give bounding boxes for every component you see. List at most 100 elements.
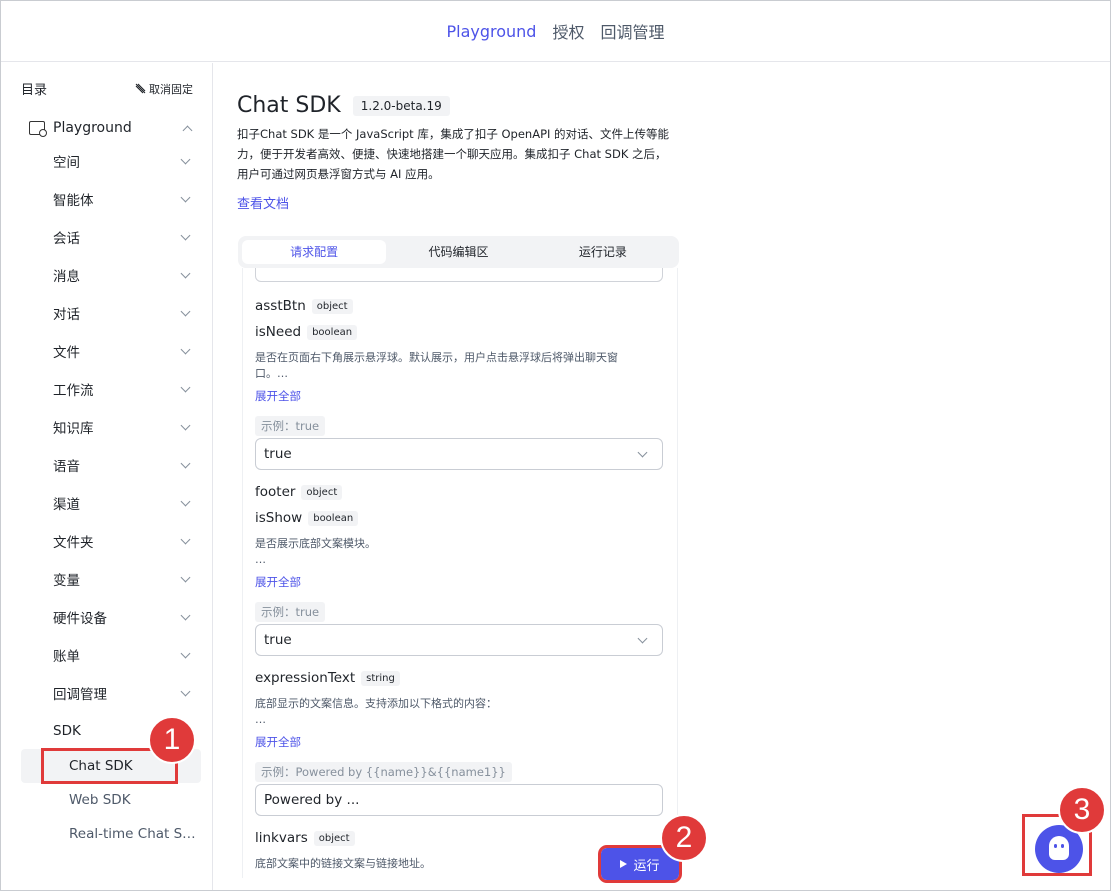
sidebar-item-folder[interactable]: 文件夹 (53, 530, 195, 552)
chevron-up-icon (182, 125, 193, 135)
chevron-down-icon (180, 534, 191, 544)
unpin-icon (135, 83, 146, 94)
nav-authorization[interactable]: 授权 (552, 19, 584, 43)
chevron-down-icon (180, 420, 191, 430)
chevron-down-icon (180, 154, 191, 164)
sidebar-item-file[interactable]: 文件 (53, 340, 195, 362)
field-name: expressionText (255, 670, 356, 686)
chevron-down-icon (180, 268, 191, 278)
isshow-select[interactable]: true (255, 624, 663, 656)
chevron-down-icon (180, 572, 191, 582)
sidebar-item-variable[interactable]: 变量 (53, 568, 195, 590)
version-badge: 1.2.0-beta.19 (352, 95, 450, 116)
tab-run-history[interactable]: 运行记录 (531, 240, 675, 264)
chevron-down-icon (180, 648, 191, 658)
field-isneed: isNeed boolean (255, 324, 358, 340)
sidebar-item-web-sdk[interactable]: Web SDK (21, 783, 201, 817)
chevron-down-icon (180, 686, 191, 696)
example-hint: 示例：true (255, 602, 326, 622)
sidebar-item-label: 知识库 (53, 421, 94, 437)
field-description: 是否在页面右下角展示悬浮球。默认展示，用户点击悬浮球后将弹出聊天窗 口。… (255, 350, 667, 382)
sidebar-item-label: 语音 (53, 459, 80, 475)
unpin-button[interactable]: 取消固定 (135, 81, 193, 97)
sidebar-item-callback[interactable]: 回调管理 (53, 682, 195, 704)
expressiontext-input[interactable]: Powered by ... (255, 784, 663, 816)
chevron-down-icon (180, 496, 191, 506)
unpin-label: 取消固定 (149, 82, 193, 96)
chevron-down-icon (180, 306, 191, 316)
nav-callback-management[interactable]: 回调管理 (600, 19, 664, 43)
field-asstbtn: asstBtn object (255, 298, 353, 314)
expand-all-link[interactable]: 展开全部 (255, 574, 301, 590)
field-description: 是否展示底部文案模块。 … (255, 536, 667, 568)
tab-code-editor[interactable]: 代码编辑区 (386, 240, 530, 264)
sidebar-item-label: 账单 (53, 649, 80, 665)
annotation-badge-3: 3 (1058, 786, 1106, 834)
sidebar-item-message[interactable]: 消息 (53, 264, 195, 286)
sidebar-item-realtime-chat-sdk[interactable]: Real-time Chat S… (21, 817, 201, 851)
description-line: 口。… (255, 367, 288, 380)
sidebar-item-hardware[interactable]: 硬件设备 (53, 606, 195, 628)
sidebar-group-label: Playground (53, 120, 132, 136)
sidebar-item-conversation[interactable]: 会话 (53, 226, 195, 248)
field-name: isShow (255, 510, 303, 526)
title-row: Chat SDK 1.2.0-beta.19 (237, 93, 450, 118)
top-nav: Playground 授权 回调管理 (1, 1, 1110, 62)
sidebar-item-agent[interactable]: 智能体 (53, 188, 195, 210)
expand-all-link[interactable]: 展开全部 (255, 388, 301, 404)
type-badge: object (301, 484, 343, 500)
annotation-badge-1: 1 (148, 716, 196, 764)
config-panel[interactable]: asstBtn object isNeed boolean 是否在页面右下角展示… (242, 268, 678, 878)
description-line: 底部显示的文案信息。支持添加以下格式的内容： (255, 697, 497, 710)
field-name: asstBtn (255, 298, 306, 314)
sidebar-header: 目录 取消固定 (21, 79, 193, 99)
sidebar-item-label: 对话 (53, 307, 80, 323)
type-badge: boolean (308, 510, 359, 526)
sidebar-item-label: 会话 (53, 231, 80, 247)
sidebar-item-label: 文件夹 (53, 535, 94, 551)
type-badge: object (311, 298, 353, 314)
tab-bar: 请求配置 代码编辑区 运行记录 (238, 236, 679, 268)
sidebar-title: 目录 (21, 83, 48, 98)
chevron-down-icon (637, 633, 648, 643)
nav-playground[interactable]: Playground (446, 22, 536, 41)
chevron-down-icon (637, 447, 648, 457)
sidebar-item-voice[interactable]: 语音 (53, 454, 195, 476)
sidebar-item-space[interactable]: 空间 (53, 150, 195, 172)
isneed-select[interactable]: true (255, 438, 663, 470)
sidebar-item-label: 工作流 (53, 383, 94, 399)
field-name: footer (255, 484, 296, 500)
chevron-down-icon (180, 382, 191, 392)
sidebar-item-label: 回调管理 (53, 687, 107, 703)
sidebar-item-label: 消息 (53, 269, 80, 285)
view-docs-link[interactable]: 查看文档 (237, 193, 289, 212)
example-hint: 示例：true (255, 416, 326, 436)
input-field-partial[interactable] (255, 268, 663, 282)
sidebar-item-label: 变量 (53, 573, 80, 589)
expand-all-link[interactable]: 展开全部 (255, 734, 301, 750)
sidebar-item-label: 空间 (53, 155, 80, 171)
select-value: true (264, 632, 292, 648)
description-line: 是否在页面右下角展示悬浮球。默认展示，用户点击悬浮球后将弹出聊天窗 (255, 351, 618, 364)
sidebar-item-knowledge[interactable]: 知识库 (53, 416, 195, 438)
chevron-down-icon (180, 610, 191, 620)
chevron-down-icon (180, 344, 191, 354)
sidebar-item-channel[interactable]: 渠道 (53, 492, 195, 514)
description-line: … (255, 713, 266, 726)
description-line: 是否展示底部文案模块。 (255, 537, 376, 550)
sidebar-item-billing[interactable]: 账单 (53, 644, 195, 666)
tab-request-config[interactable]: 请求配置 (242, 240, 387, 264)
field-linkvars: linkvars object (255, 830, 355, 846)
description-line: 扣子Chat SDK 是一个 JavaScript 库，集成了扣子 OpenAP… (237, 127, 670, 141)
field-name: linkvars (255, 830, 308, 846)
chevron-down-icon (180, 192, 191, 202)
type-badge: object (313, 830, 355, 846)
sidebar-item-workflow[interactable]: 工作流 (53, 378, 195, 400)
annotation-badge-2: 2 (660, 814, 708, 862)
sidebar-group-playground[interactable]: Playground (29, 117, 197, 139)
sidebar-item-label: 硬件设备 (53, 611, 107, 627)
sidebar-item-chat[interactable]: 对话 (53, 302, 195, 324)
description-line: 力，便于开发者高效、便捷、快速地搭建一个聊天应用。集成扣子 Chat SDK 之… (237, 147, 667, 161)
run-label: 运行 (633, 858, 660, 874)
field-expressiontext: expressionText string (255, 670, 400, 686)
